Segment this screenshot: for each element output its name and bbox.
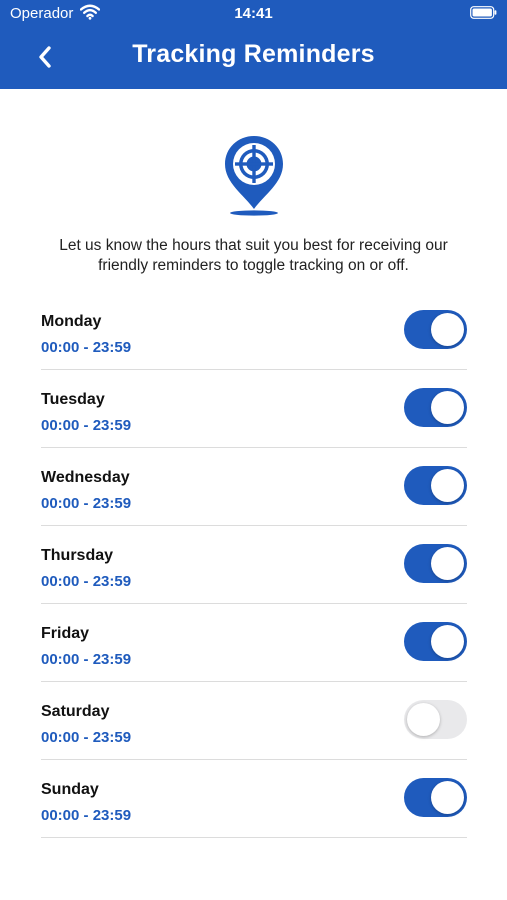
day-label: Saturday <box>41 703 110 720</box>
toggle-monday[interactable] <box>404 310 467 349</box>
day-row-sunday: Sunday 00:00 - 23:59 <box>41 760 467 838</box>
toggle-knob <box>431 781 464 814</box>
battery-icon <box>470 6 497 19</box>
day-label: Sunday <box>41 781 99 798</box>
day-hours[interactable]: 00:00 - 23:59 <box>41 417 131 434</box>
day-row-thursday: Thursday 00:00 - 23:59 <box>41 526 467 604</box>
day-row-wednesday: Wednesday 00:00 - 23:59 <box>41 448 467 526</box>
status-bar: Operador 14:41 <box>0 0 507 28</box>
day-hours[interactable]: 00:00 - 23:59 <box>41 339 131 356</box>
toggle-wednesday[interactable] <box>404 466 467 505</box>
day-label: Friday <box>41 625 90 642</box>
toggle-knob <box>407 703 440 736</box>
toggle-saturday[interactable] <box>404 700 467 739</box>
toggle-friday[interactable] <box>404 622 467 661</box>
toggle-knob <box>431 469 464 502</box>
toggle-knob <box>431 391 464 424</box>
page-title: Tracking Reminders <box>132 40 375 68</box>
day-row-saturday: Saturday 00:00 - 23:59 <box>41 682 467 760</box>
day-hours[interactable]: 00:00 - 23:59 <box>41 495 131 512</box>
toggle-knob <box>431 547 464 580</box>
day-label: Tuesday <box>41 391 105 408</box>
day-row-tuesday: Tuesday 00:00 - 23:59 <box>41 370 467 448</box>
day-list: Monday 00:00 - 23:59 Tuesday 00:00 - 23:… <box>41 292 467 838</box>
intro-text: Let us know the hours that suit you best… <box>59 237 448 274</box>
day-label: Thursday <box>41 547 114 564</box>
day-hours[interactable]: 00:00 - 23:59 <box>41 573 131 590</box>
toggle-knob <box>431 625 464 658</box>
toggle-knob <box>431 313 464 346</box>
day-row-monday: Monday 00:00 - 23:59 <box>41 292 467 370</box>
toggle-tuesday[interactable] <box>404 388 467 427</box>
day-row-friday: Friday 00:00 - 23:59 <box>41 604 467 682</box>
day-label: Monday <box>41 313 102 330</box>
nav-header: Operador 14:41 Tracking Reminders <box>0 0 507 89</box>
location-target-icon <box>225 136 283 216</box>
status-time: 14:41 <box>234 5 273 22</box>
day-hours[interactable]: 00:00 - 23:59 <box>41 729 131 746</box>
day-label: Wednesday <box>41 469 130 486</box>
toggle-sunday[interactable] <box>404 778 467 817</box>
day-hours[interactable]: 00:00 - 23:59 <box>41 651 131 668</box>
day-hours[interactable]: 00:00 - 23:59 <box>41 807 131 824</box>
toggle-thursday[interactable] <box>404 544 467 583</box>
